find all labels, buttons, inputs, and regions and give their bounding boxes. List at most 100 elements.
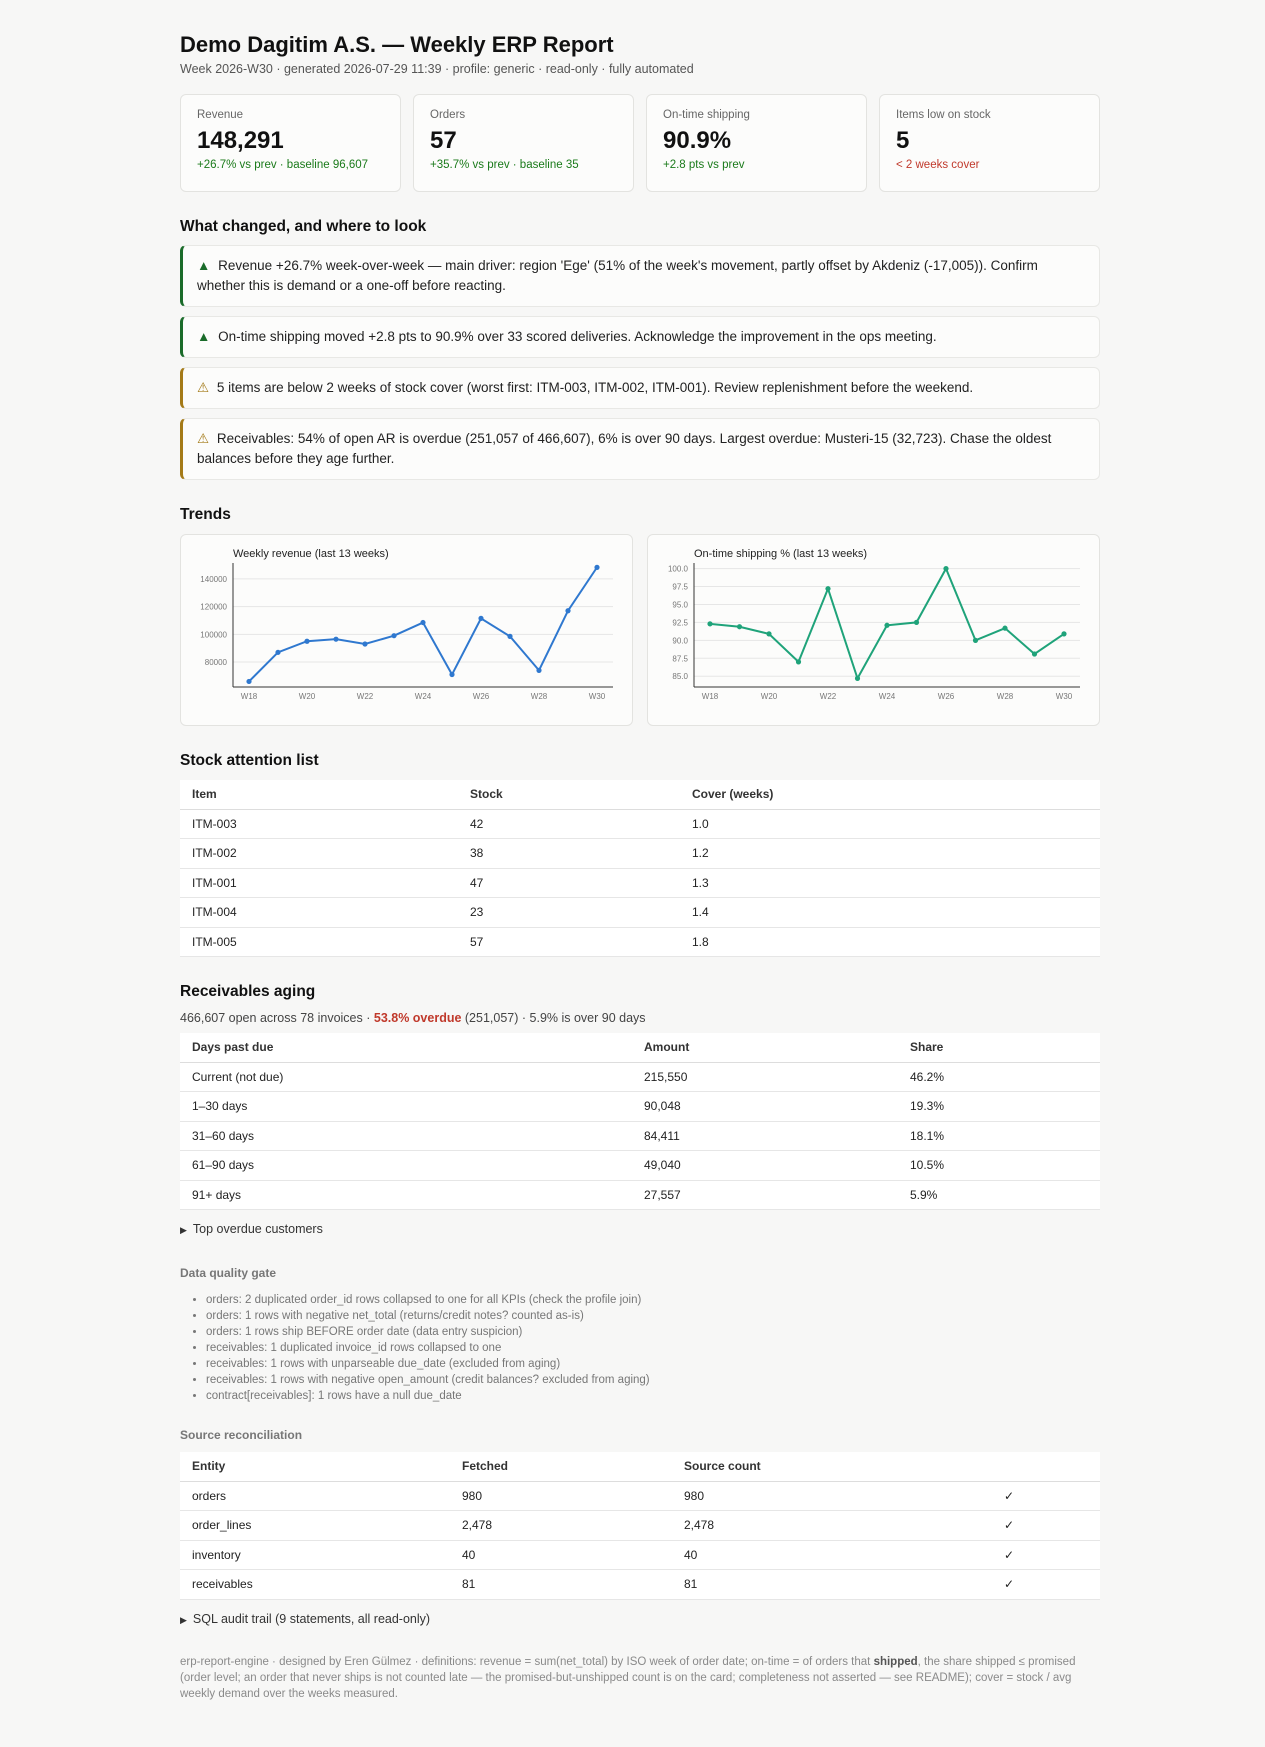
kpi-card-low-stock: Items low on stock 5 < 2 weeks cover [879, 94, 1100, 192]
table-header-row: Entity Fetched Source count [180, 1452, 1100, 1482]
cell-cover: 1.8 [680, 927, 1100, 957]
x-tick-label: W26 [938, 692, 955, 701]
list-item: orders: 1 rows with negative net_total (… [206, 1308, 1100, 1324]
insight-text: Receivables: 54% of open AR is overdue (… [197, 431, 1052, 466]
warning-icon: ⚠ [197, 431, 210, 446]
reconciliation-table: Entity Fetched Source count orders 980 980… [180, 1452, 1100, 1600]
data-point [275, 649, 281, 655]
table-row: 61–90 days 49,040 10.5% [180, 1150, 1100, 1181]
insight-text: Revenue +26.7% week-over-week — main dri… [197, 258, 1038, 293]
cell-fetched: 40 [450, 1540, 672, 1570]
y-tick-label: 120000 [200, 603, 227, 612]
summary-text: (251,057) · 5.9% is over 90 days [461, 1011, 646, 1025]
table-row: 31–60 days 84,411 18.1% [180, 1121, 1100, 1151]
receivables-section: Receivables aging 466,607 open across 78… [180, 983, 1100, 1236]
table-row: order_lines 2,478 2,478 ✓ [180, 1510, 1100, 1541]
insight-text: On-time shipping moved +2.8 pts to 90.9%… [218, 329, 937, 344]
footer-definitions: erp-report-engine · designed by Eren Gül… [180, 1654, 1100, 1702]
cell-entity: orders [180, 1481, 450, 1511]
top-overdue-customers-toggle[interactable]: ▶ Top overdue customers [180, 1222, 1100, 1236]
data-point [854, 675, 861, 681]
chart-title: Weekly revenue (last 13 weeks) [233, 548, 389, 560]
cell-share: 46.2% [898, 1062, 1100, 1092]
section-heading: Trends [180, 506, 231, 523]
table-row: Current (not due) 215,550 46.2% [180, 1062, 1100, 1092]
stock-table: Item Stock Cover (weeks) ITM-003 42 1.0 IT… [180, 780, 1100, 957]
cell-amount: 215,550 [632, 1062, 898, 1092]
x-tick-label: W20 [761, 692, 778, 701]
data-point [884, 622, 890, 628]
table-row: orders 980 980 ✓ [180, 1481, 1100, 1511]
section-heading: Data quality gate [180, 1266, 277, 1280]
data-point [972, 637, 979, 643]
data-point [362, 641, 368, 647]
section-heading: Source reconciliation [180, 1428, 303, 1442]
table-row: ITM-002 38 1.2 [180, 838, 1100, 869]
column-header: Source count [672, 1452, 992, 1482]
y-tick-label: 92.5 [672, 618, 688, 627]
cell-bucket: Current (not due) [180, 1062, 632, 1092]
list-item: receivables: 1 duplicated invoice_id row… [206, 1340, 1100, 1356]
cell-bucket: 1–30 days [180, 1091, 632, 1122]
kpi-value: 57 [430, 127, 457, 154]
table-row: 1–30 days 90,048 19.3% [180, 1091, 1100, 1122]
column-header: Share [898, 1033, 1100, 1063]
y-tick-label: 95.0 [672, 600, 688, 609]
cell-entity: receivables [180, 1569, 450, 1600]
data-point [333, 636, 339, 642]
revenue-line-chart: Weekly revenue (last 13 weeks) 80000 10000… [200, 548, 613, 701]
kpi-card-on-time-shipping: On-time shipping 90.9% +2.8 pts vs prev [646, 94, 867, 192]
cell-cover: 1.4 [680, 897, 1100, 928]
cell-share: 19.3% [898, 1091, 1100, 1122]
data-point [594, 564, 600, 570]
kpi-delta: < 2 weeks cover [896, 159, 980, 171]
x-tick-label: W22 [820, 692, 837, 701]
kpi-label: Items low on stock [896, 109, 991, 121]
report-page: Demo Dagitim A.S. — Weekly ERP Report We… [180, 30, 1100, 1702]
table-row: inventory 40 40 ✓ [180, 1540, 1100, 1570]
kpi-label: Revenue [197, 109, 244, 121]
ontime-chart-card: On-time shipping % (last 13 weeks) 85.0 87… [647, 534, 1100, 726]
list-item: receivables: 1 rows with unparseable due… [206, 1356, 1100, 1372]
y-tick-label: 87.5 [672, 654, 688, 663]
list-item: contract[receivables]: 1 rows have a nul… [206, 1388, 1100, 1404]
x-tick-label: W28 [997, 692, 1014, 701]
list-item: receivables: 1 rows with negative open_a… [206, 1372, 1100, 1388]
cell-source-count: 2,478 [672, 1510, 992, 1541]
column-header: Days past due [180, 1033, 632, 1063]
cell-amount: 84,411 [632, 1121, 898, 1151]
table-header-row: Days past due Amount Share [180, 1033, 1100, 1063]
page-title: Demo Dagitim A.S. — Weekly ERP Report [180, 32, 614, 57]
kpi-delta: +2.8 pts vs prev [663, 159, 745, 171]
cell-stock: 23 [458, 897, 680, 928]
sql-audit-trail-toggle[interactable]: ▶ SQL audit trail (9 statements, all read… [180, 1612, 1100, 1626]
cell-item: ITM-004 [180, 897, 458, 928]
summary-text: 466,607 open across 78 invoices · [180, 1011, 374, 1025]
cell-cover: 1.0 [680, 809, 1100, 839]
y-tick-label: 140000 [200, 575, 227, 584]
insight-card: ▲ Revenue +26.7% week-over-week — main d… [180, 245, 1100, 307]
column-header: Amount [632, 1033, 898, 1063]
column-header: Item [180, 780, 458, 810]
data-point [478, 615, 484, 621]
insight-text: 5 items are below 2 weeks of stock cover… [216, 380, 974, 395]
data-point [795, 659, 802, 665]
stock-section: Stock attention list Item Stock Cover (w… [180, 752, 1100, 957]
check-icon: ✓ [992, 1540, 1100, 1570]
cell-fetched: 980 [450, 1481, 672, 1511]
data-point [304, 638, 310, 644]
changes-section: What changed, and where to look ▲ Revenu… [180, 218, 1100, 480]
data-point [449, 671, 455, 678]
data-point [420, 619, 426, 626]
y-tick-label: 85.0 [672, 672, 688, 681]
cell-item: ITM-003 [180, 809, 458, 839]
cell-bucket: 91+ days [180, 1180, 632, 1210]
y-tick-label: 97.5 [672, 583, 688, 592]
cell-share: 18.1% [898, 1121, 1100, 1151]
table-row: receivables 81 81 ✓ [180, 1569, 1100, 1600]
insight-card: ▲ On-time shipping moved +2.8 pts to 90.… [180, 316, 1100, 358]
y-tick-label: 80000 [205, 658, 228, 667]
section-heading: What changed, and where to look [180, 218, 427, 235]
y-tick-label: 100000 [200, 630, 227, 639]
cell-bucket: 61–90 days [180, 1150, 632, 1181]
